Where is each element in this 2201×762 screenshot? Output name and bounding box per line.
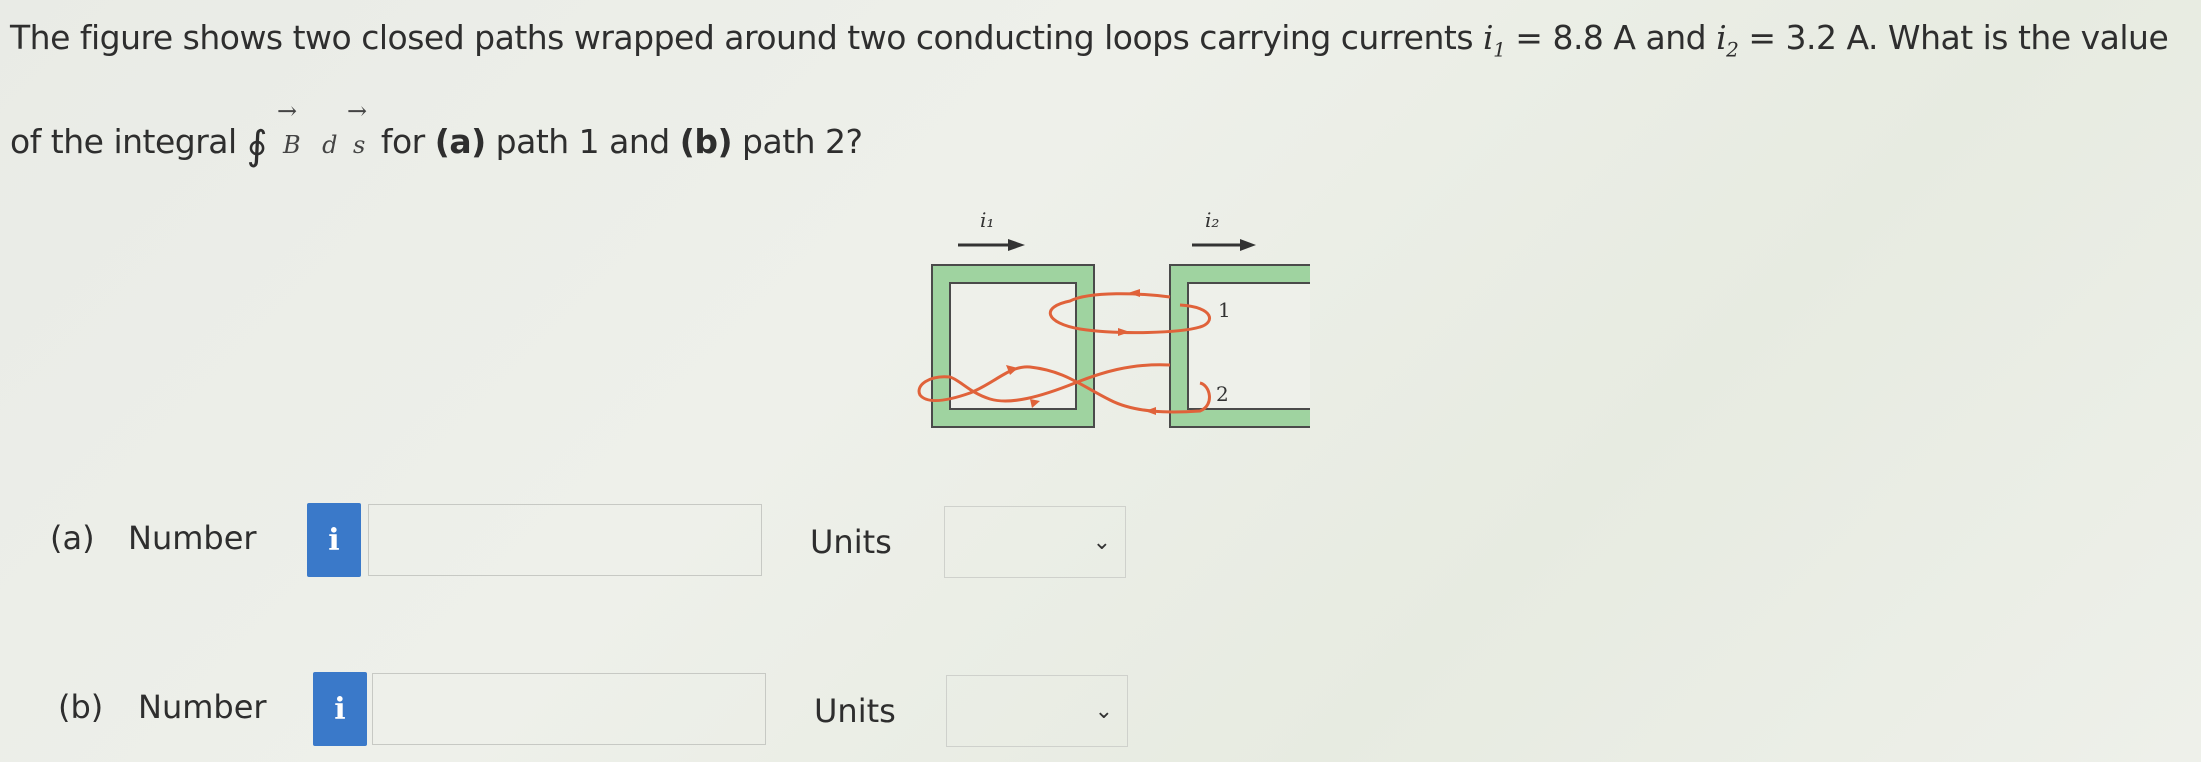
i1-letter: i xyxy=(1483,18,1494,57)
vector-B-letter: B xyxy=(283,131,301,159)
vector-B: → B xyxy=(277,97,301,159)
vector-s: → s xyxy=(347,97,367,159)
info-glyph: i xyxy=(328,522,340,558)
chevron-down-icon: ⌄ xyxy=(1092,529,1111,555)
current-i1-symbol: i1 xyxy=(1483,18,1506,62)
current-i1-arrow xyxy=(958,239,1025,251)
conducting-loop-2 xyxy=(1169,264,1310,428)
part-a-label: (a) xyxy=(50,519,95,557)
answer-row-b: (b) Number i Units ⌄ xyxy=(0,672,1200,752)
contour-integral-symbol: ∮ xyxy=(246,123,268,169)
number-label: Number xyxy=(138,688,267,726)
answer-row-a: (a) Number i Units ⌄ xyxy=(0,503,1200,583)
path1-text: path 1 and xyxy=(485,122,680,161)
units-select-a[interactable]: ⌄ xyxy=(944,506,1126,578)
i2-letter: i xyxy=(1716,18,1727,57)
info-glyph: i xyxy=(334,691,346,727)
vector-s-letter: s xyxy=(353,131,365,159)
vector-d-letter: d xyxy=(322,131,338,159)
vector-d: d xyxy=(322,131,337,159)
current-i2-label: i₂ xyxy=(1205,208,1219,232)
info-icon[interactable]: i xyxy=(313,672,367,746)
units-select-b[interactable]: ⌄ xyxy=(946,675,1128,747)
vector-arrow: → xyxy=(347,97,367,125)
question-text: The figure shows two closed paths wrappe… xyxy=(10,18,1484,57)
path-2-label: 2 xyxy=(1216,382,1229,406)
units-label: Units xyxy=(814,692,896,730)
integral-intro: of the integral xyxy=(10,122,247,161)
for-text: for xyxy=(380,122,435,161)
number-input-a[interactable] xyxy=(368,504,762,576)
current-i1-label: i₁ xyxy=(980,208,994,232)
part-b-tag: (b) xyxy=(679,122,733,161)
part-b-label: (b) xyxy=(58,688,104,726)
number-label: Number xyxy=(128,519,257,557)
part-a-tag: (a) xyxy=(434,122,486,161)
chevron-down-icon: ⌄ xyxy=(1094,698,1113,724)
current-i2-arrow xyxy=(1192,239,1256,251)
i1-subscript: 1 xyxy=(1493,37,1506,62)
question-line-1: The figure shows two closed paths wrappe… xyxy=(10,18,2169,62)
i1-value: = 8.8 A and xyxy=(1505,18,1717,57)
info-icon[interactable]: i xyxy=(307,503,361,577)
path-1-label: 1 xyxy=(1218,298,1231,322)
i2-subscript: 2 xyxy=(1726,37,1739,62)
i2-value: = 3.2 A. What is the value xyxy=(1738,18,2169,57)
current-i2-symbol: i2 xyxy=(1716,18,1739,62)
conducting-loop-1 xyxy=(931,264,1095,428)
loops-figure: i₁ i₂ 1 2 xyxy=(917,208,1310,428)
question-line-2: of the integral ∮ → B d → s for (a) path 1… xyxy=(10,97,863,169)
units-label: Units xyxy=(810,523,892,561)
vector-arrow: → xyxy=(277,97,297,125)
path2-text: path 2? xyxy=(732,122,863,161)
number-input-b[interactable] xyxy=(372,673,766,745)
